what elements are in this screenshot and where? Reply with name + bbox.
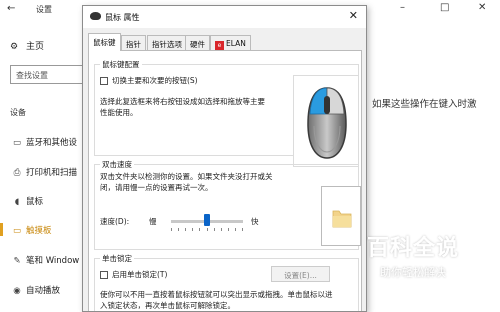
group-button-config: 鼠标键配置 切换主要和次要的按钮(S) 选择此复选框来将右按钮设成如选择和拖放等… xyxy=(94,59,359,167)
minimize-icon[interactable]: – xyxy=(400,2,405,13)
speed-slider-thumb[interactable] xyxy=(204,214,210,226)
swap-buttons-label[interactable]: 切换主要和次要的按钮(S) xyxy=(112,75,198,86)
tab-hardware[interactable]: 硬件 xyxy=(185,35,210,50)
sidebar-item-mouse[interactable]: ◖ 鼠标 xyxy=(8,195,84,207)
watermark-subtitle: 助你轻松解决 xyxy=(380,266,446,279)
tab-buttons[interactable]: 鼠标键 xyxy=(88,33,121,51)
slow-label: 慢 xyxy=(149,217,157,226)
button-config-description-2: 性能使用。 xyxy=(100,108,138,117)
mouse-illustration-icon xyxy=(307,87,347,159)
bluetooth-devices-icon: ▭ xyxy=(12,138,22,148)
touchpad-icon: ▭ xyxy=(12,226,22,236)
tab-pointers[interactable]: 指针 xyxy=(121,35,146,50)
double-click-description-1: 双击文件夹以检测你的设置。如果文件夹没打开或关 xyxy=(100,172,273,181)
sidebar-item-pen[interactable]: ✎ 笔和 Window xyxy=(8,254,84,266)
autoplay-icon: ◉ xyxy=(13,286,21,296)
group-click-lock: 单击锁定 启用单击锁定(T) 设置(E)... 使你可以不用一直按着鼠标按钮就可… xyxy=(94,253,359,311)
slider-tick xyxy=(221,228,222,231)
dialog-title: 鼠标 属性 xyxy=(105,13,140,22)
group-label: 单击锁定 xyxy=(100,253,134,264)
slider-tick xyxy=(185,228,186,231)
slider-tick xyxy=(242,228,243,231)
click-lock-description-2: 入锁定状态，再次单击鼠标可解除锁定。 xyxy=(100,301,235,310)
sidebar-item-printers[interactable]: ⎙ 打印机和扫描 xyxy=(8,166,84,178)
click-lock-settings-button[interactable]: 设置(E)... xyxy=(271,266,330,282)
group-double-click-speed: 双击速度 双击文件夹以检测你的设置。如果文件夹没打开或关 闭，请用慢一点的设置再… xyxy=(94,159,361,250)
mouse-icon xyxy=(90,12,101,20)
tab-elan-label: ELAN xyxy=(226,39,246,48)
touchpad-description: 如果这些操作在键入时激 xyxy=(372,99,477,110)
button-config-description-1: 选择此复选框来将右按钮设成如选择和拖放等主要 xyxy=(100,97,265,106)
sidebar-item-autoplay[interactable]: ◉ 自动播放 xyxy=(8,284,84,296)
slider-tick xyxy=(235,228,236,231)
slider-tick xyxy=(207,228,208,231)
tab-pointer-options[interactable]: 指针选项 xyxy=(147,35,187,50)
slider-tick xyxy=(178,228,179,231)
sidebar-item-label: 自动播放 xyxy=(26,286,61,296)
speed-label: 速度(D): xyxy=(100,217,130,226)
tab-elan[interactable]: e ELAN xyxy=(210,35,251,50)
nav-home[interactable]: ⚙ 主页 xyxy=(10,39,44,52)
click-lock-checkbox[interactable] xyxy=(100,271,108,279)
sidebar-item-label: 打印机和扫描 xyxy=(26,168,78,178)
close-icon[interactable]: ✕ xyxy=(349,9,358,22)
sidebar-item-label: 触摸板 xyxy=(26,226,52,236)
speed-slider-ticks xyxy=(171,228,243,231)
back-arrow-icon[interactable]: ← xyxy=(7,3,15,14)
slider-tick xyxy=(171,228,172,231)
section-label: 设备 xyxy=(10,108,26,117)
mouse-preview-image xyxy=(293,75,359,167)
slider-tick xyxy=(192,228,193,231)
slider-tick xyxy=(214,228,215,231)
sidebar-item-label: 蓝牙和其他设 xyxy=(26,138,78,148)
sidebar-item-label: 鼠标 xyxy=(26,197,44,207)
swap-buttons-checkbox[interactable] xyxy=(100,77,108,85)
sidebar-item-bluetooth[interactable]: ▭ 蓝牙和其他设 xyxy=(8,136,84,148)
tab-panel-buttons: 鼠标键配置 切换主要和次要的按钮(S) 选择此复选框来将右按钮设成如选择和拖放等… xyxy=(88,50,362,311)
close-icon[interactable]: ✕ xyxy=(478,2,486,13)
tab-strip: 鼠标键 指针 指针选项 硬件 e ELAN xyxy=(88,33,361,51)
group-label: 双击速度 xyxy=(100,159,134,170)
group-label: 鼠标键配置 xyxy=(100,59,142,70)
slider-tick xyxy=(199,228,200,231)
double-click-description-2: 闭，请用慢一点的设置再试一次。 xyxy=(100,183,213,192)
search-input[interactable]: 查找设置 xyxy=(10,65,88,84)
click-lock-description-1: 使你可以不用一直按着鼠标按钮就可以突出显示或拖拽。单击鼠标以进 xyxy=(100,290,333,299)
pen-icon: ✎ xyxy=(13,256,21,266)
nav-home-label: 主页 xyxy=(26,42,45,52)
elan-icon: e xyxy=(215,41,224,50)
mouse-icon: ◖ xyxy=(14,197,20,207)
gear-icon: ⚙ xyxy=(10,42,19,52)
active-indicator xyxy=(0,223,3,236)
watermark-title: 百科全说 xyxy=(366,236,459,261)
watermark: 百科全说 助你轻松解决 xyxy=(348,230,478,290)
slider-tick xyxy=(228,228,229,231)
printer-icon: ⎙ xyxy=(13,168,21,178)
mouse-properties-dialog: 鼠标 属性 ✕ 鼠标键 指针 指针选项 硬件 e ELAN 鼠标键配置 切换主要和… xyxy=(82,5,367,312)
sidebar-item-touchpad[interactable]: ▭ 触摸板 xyxy=(8,224,84,236)
click-lock-label[interactable]: 启用单击锁定(T) xyxy=(112,269,167,280)
sidebar-item-label: 笔和 Window xyxy=(26,256,80,266)
dialog-titlebar[interactable]: 鼠标 属性 ✕ xyxy=(83,6,366,28)
maximize-icon[interactable]: □ xyxy=(440,2,449,13)
settings-title: 设置 xyxy=(36,5,52,14)
fast-label: 快 xyxy=(251,217,259,226)
